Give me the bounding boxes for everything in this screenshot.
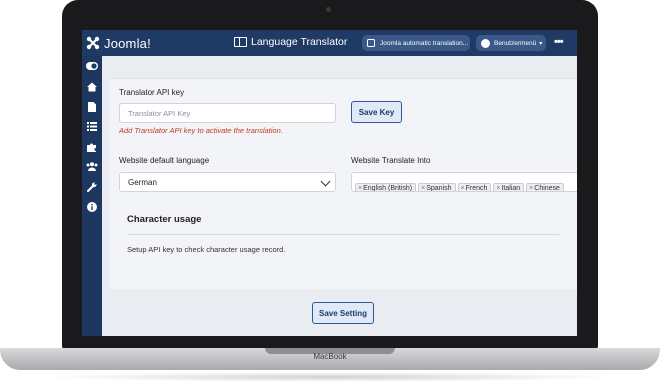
settings-card: Translator API key Translator API Key Ad…: [110, 78, 577, 289]
device-label: MacBook: [313, 352, 347, 361]
sidebar: [82, 56, 102, 336]
chevron-down-icon: [320, 176, 331, 187]
api-key-hint: Add Translator API key to activate the t…: [119, 126, 283, 135]
save-setting-button[interactable]: Save Setting: [312, 302, 374, 324]
divider: [127, 234, 559, 235]
language-tag-label: English (British): [363, 185, 413, 192]
user-menu-button[interactable]: Benutzermenü ▾: [476, 35, 546, 51]
default-language-label: Website default language: [119, 156, 210, 165]
remove-tag-icon[interactable]: ×: [421, 185, 425, 191]
api-key-input[interactable]: Translator API Key: [119, 103, 336, 123]
auto-translation-label: Joomla automatic translation...: [380, 39, 469, 47]
external-link-icon: [367, 39, 375, 47]
user-menu-label: Benutzermenü: [494, 39, 537, 47]
language-tag-label: French: [465, 185, 488, 192]
auto-translation-button[interactable]: Joomla automatic translation...: [362, 35, 470, 51]
character-usage-heading: Character usage: [127, 214, 202, 225]
page-title: Language Translator: [234, 36, 347, 48]
main-content: Translator API key Translator API Key Ad…: [102, 56, 577, 336]
remove-tag-icon[interactable]: ×: [358, 185, 362, 191]
wrench-icon[interactable]: [85, 182, 99, 194]
api-key-placeholder: Translator API Key: [128, 108, 191, 118]
top-header: Joomla! Language Translator Joomla autom…: [82, 30, 577, 56]
remove-tag-icon[interactable]: ×: [529, 185, 533, 191]
camera-icon: [326, 7, 331, 12]
remove-tag-icon[interactable]: ×: [496, 185, 500, 191]
list-icon[interactable]: [85, 122, 99, 134]
default-language-select[interactable]: German: [119, 172, 336, 192]
users-icon[interactable]: [85, 162, 99, 174]
api-key-label: Translator API key: [119, 88, 185, 97]
info-icon[interactable]: [85, 202, 99, 214]
translate-into-label: Website Translate Into: [351, 156, 431, 165]
language-tag-label: Chinese: [534, 185, 560, 192]
app-screen: Joomla! Language Translator Joomla autom…: [82, 30, 577, 336]
remove-tag-icon[interactable]: ×: [461, 185, 465, 191]
toggle-icon[interactable]: [85, 62, 99, 74]
language-tag[interactable]: ×Italian: [493, 183, 525, 192]
brand-name: Joomla!: [104, 35, 151, 51]
language-tag[interactable]: ×English (British): [355, 183, 417, 192]
language-tag[interactable]: ×Chinese: [526, 183, 564, 192]
language-tag[interactable]: ×French: [457, 183, 492, 192]
language-tag[interactable]: ×Spanish: [418, 183, 456, 192]
more-dots-icon[interactable]: •••: [554, 36, 564, 48]
file-icon[interactable]: [85, 102, 99, 114]
joomla-logo-icon: [86, 36, 100, 50]
puzzle-icon[interactable]: [85, 142, 99, 154]
chevron-down-icon: ▾: [539, 40, 543, 47]
save-key-button[interactable]: Save Key: [351, 101, 402, 123]
laptop-shadow: [40, 372, 620, 382]
language-tag-label: Italian: [501, 185, 521, 192]
language-tag-label: Spanish: [426, 185, 452, 192]
user-avatar-icon: [481, 38, 490, 48]
translate-into-select[interactable]: ×English (British) ×Spanish ×French ×Italia…: [351, 172, 577, 192]
page-title-text: Language Translator: [251, 36, 348, 48]
default-language-value: German: [128, 177, 157, 187]
language-icon: [234, 37, 247, 47]
brand[interactable]: Joomla!: [86, 35, 151, 51]
home-icon[interactable]: [85, 82, 99, 94]
character-usage-note: Setup API key to check character usage r…: [127, 245, 286, 254]
